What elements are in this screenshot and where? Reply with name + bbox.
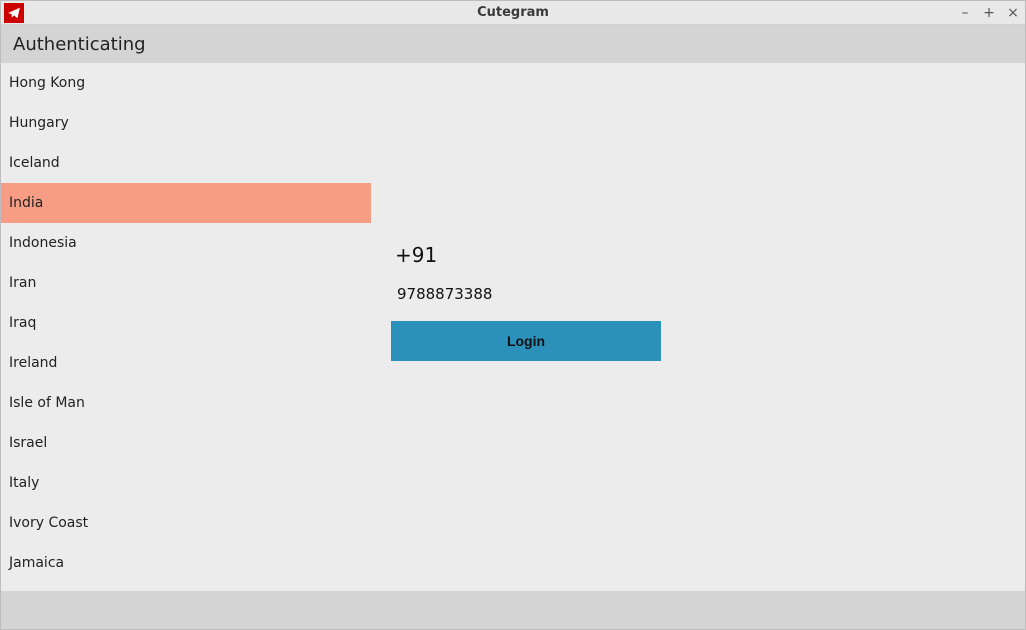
- country-item-label: Iraq: [9, 315, 36, 331]
- window-controls: – + ×: [957, 1, 1021, 25]
- country-item[interactable]: Hungary: [1, 103, 371, 143]
- country-item-label: Hungary: [9, 115, 69, 131]
- page-header: Authenticating: [1, 25, 1025, 63]
- country-item[interactable]: Italy: [1, 463, 371, 503]
- login-form: +91 Login: [391, 243, 691, 361]
- login-button[interactable]: Login: [391, 321, 661, 361]
- country-item[interactable]: Israel: [1, 423, 371, 463]
- country-item-label: Indonesia: [9, 235, 77, 251]
- title-bar: Cutegram – + ×: [1, 1, 1025, 25]
- phone-input[interactable]: [391, 283, 661, 309]
- window-title: Cutegram: [1, 5, 1025, 20]
- country-item[interactable]: Iran: [1, 263, 371, 303]
- app-icon: [4, 3, 24, 23]
- country-list[interactable]: Hong Kong Hungary Iceland India Indonesia Ira…: [1, 63, 371, 591]
- footer-bar: [1, 591, 1025, 629]
- country-item[interactable]: Indonesia: [1, 223, 371, 263]
- country-item-label: Jamaica: [9, 555, 64, 571]
- country-item[interactable]: Iceland: [1, 143, 371, 183]
- country-item-label: India: [9, 195, 43, 211]
- main-panel: +91 Login: [371, 63, 1025, 591]
- country-item-label: Iran: [9, 275, 36, 291]
- country-item-label: Hong Kong: [9, 75, 85, 91]
- country-item[interactable]: Ivory Coast: [1, 503, 371, 543]
- page-title: Authenticating: [13, 34, 146, 55]
- country-item[interactable]: India: [1, 183, 371, 223]
- country-item-label: Isle of Man: [9, 395, 85, 411]
- country-item[interactable]: Iraq: [1, 303, 371, 343]
- country-item[interactable]: Jamaica: [1, 543, 371, 583]
- country-item-label: Israel: [9, 435, 47, 451]
- content-area: Hong Kong Hungary Iceland India Indonesia Ira…: [1, 63, 1025, 591]
- app-window: Cutegram – + × Authenticating Hong KongH…: [0, 0, 1026, 630]
- country-item[interactable]: Isle of Man: [1, 383, 371, 423]
- dial-code-label: +91: [391, 243, 691, 267]
- country-item[interactable]: Hong Kong: [1, 63, 371, 103]
- country-item[interactable]: Ireland: [1, 343, 371, 383]
- country-item-label: Ivory Coast: [9, 515, 88, 531]
- country-item-label: Italy: [9, 475, 39, 491]
- country-item-label: Ireland: [9, 355, 57, 371]
- close-button[interactable]: ×: [1005, 5, 1021, 21]
- minimize-button[interactable]: –: [957, 5, 973, 21]
- maximize-button[interactable]: +: [981, 5, 997, 21]
- country-item-label: Iceland: [9, 155, 60, 171]
